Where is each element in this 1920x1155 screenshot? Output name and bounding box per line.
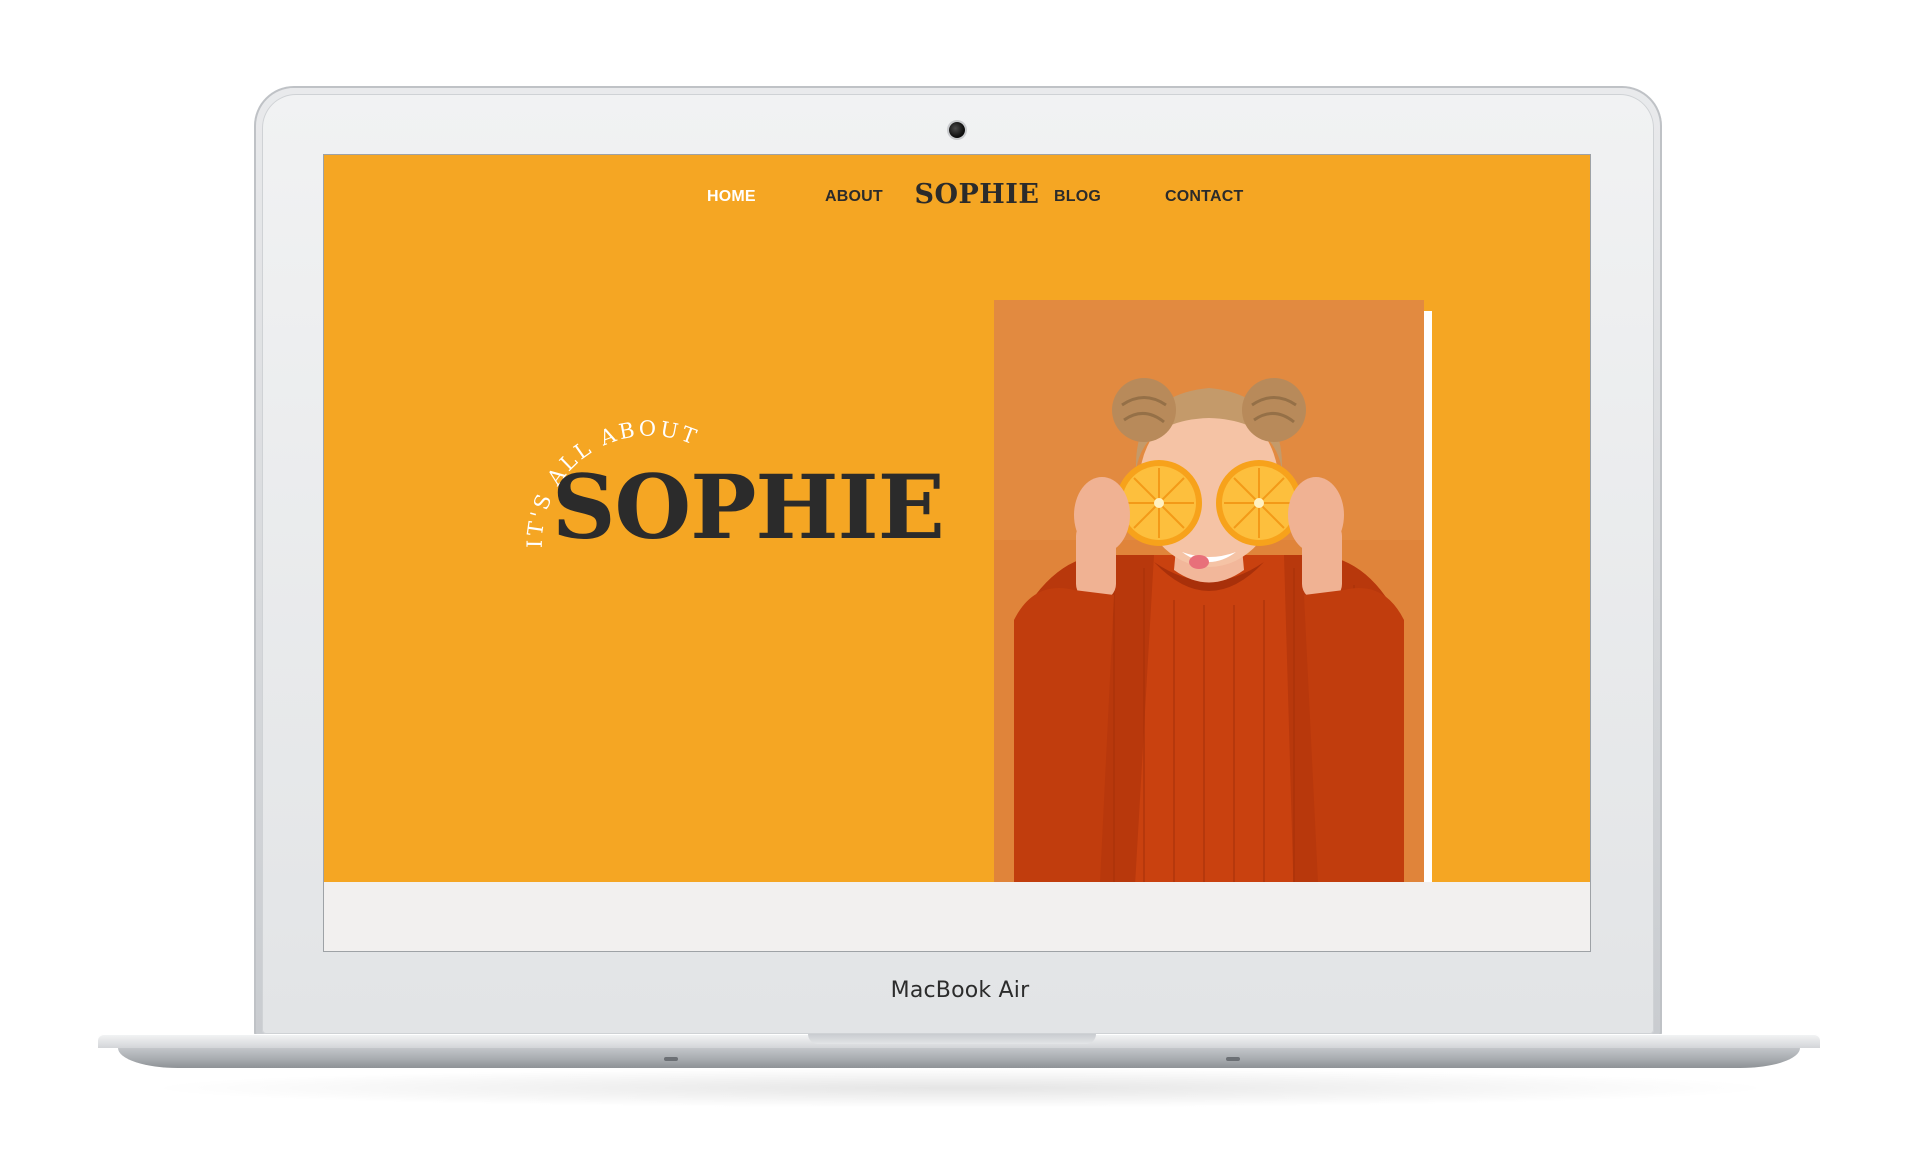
nav-home-link[interactable]: HOME: [707, 188, 756, 206]
laptop-foot-right: [1226, 1057, 1240, 1061]
nav-about-link[interactable]: ABOUT: [825, 188, 883, 206]
nav-blog-link[interactable]: BLOG: [1054, 188, 1101, 206]
hero-photo: [994, 300, 1424, 903]
site-logo[interactable]: SOPHIE: [914, 179, 1040, 210]
laptop-shadow: [140, 1068, 1780, 1108]
webcam-icon: [949, 122, 965, 138]
laptop-base-edge: [118, 1048, 1800, 1068]
lower-section: [324, 882, 1590, 951]
laptop-opening-notch: [808, 1034, 1096, 1044]
hero-section: HOME ABOUT SOPHIE BLOG CONTACT IT'S ALL …: [324, 155, 1590, 913]
laptop-foot-left: [664, 1057, 678, 1061]
laptop-screen: HOME ABOUT SOPHIE BLOG CONTACT IT'S ALL …: [324, 155, 1590, 951]
device-label: MacBook Air: [890, 978, 1030, 1003]
portrait-photo-icon: [994, 300, 1424, 903]
laptop-mockup: MacBook Air HOME ABOUT SOPHIE BLOG CONTA…: [0, 0, 1920, 1155]
hero-title: SOPHIE: [552, 455, 945, 559]
nav-contact-link[interactable]: CONTACT: [1165, 188, 1243, 206]
